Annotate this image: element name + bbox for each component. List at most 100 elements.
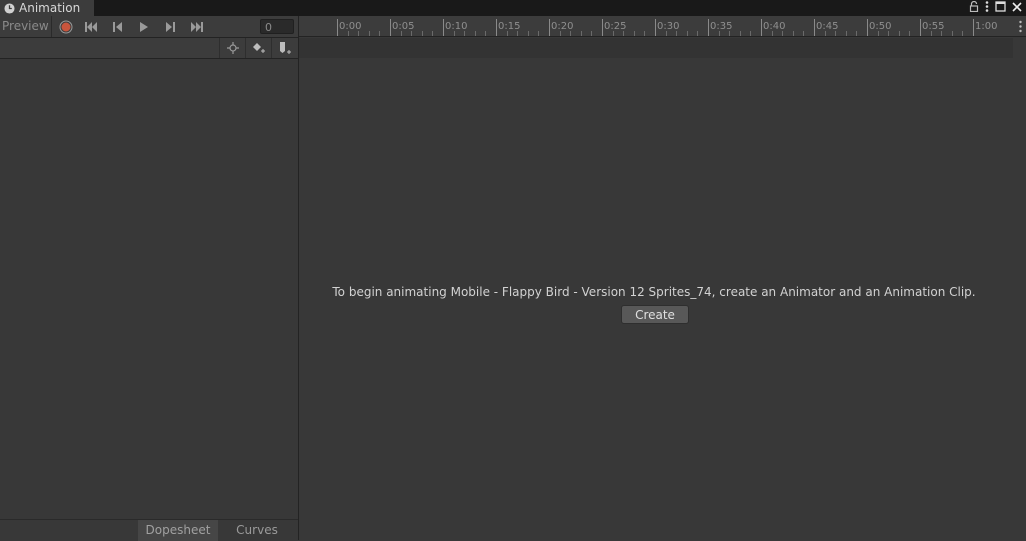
timeline-minor-tick <box>453 31 455 36</box>
add-event-button[interactable] <box>271 38 297 58</box>
timeline-major-tick <box>761 19 762 36</box>
timeline-minor-tick <box>379 31 381 36</box>
last-keyframe-button[interactable] <box>183 16 209 37</box>
timeline-minor-tick <box>485 31 487 36</box>
timeline-major-tick <box>867 19 868 36</box>
timeline-minor-tick <box>771 31 773 36</box>
tab-title: Animation <box>19 1 81 15</box>
timeline-minor-tick <box>888 31 890 36</box>
timeline-minor-tick <box>962 31 964 36</box>
timeline-minor-tick <box>623 31 625 36</box>
timeline-major-tick <box>549 19 550 36</box>
create-button[interactable]: Create <box>621 305 689 324</box>
timeline-major-tick <box>443 19 444 36</box>
tab-dopesheet[interactable]: Dopesheet <box>138 520 218 541</box>
playback-toolbar: Preview 0 <box>0 16 298 38</box>
timeline-major-tick <box>496 19 497 36</box>
timeline-minor-tick <box>612 31 614 36</box>
timeline-minor-tick <box>951 31 953 36</box>
last-keyframe-icon <box>191 21 203 32</box>
timeline-minor-tick <box>941 31 943 36</box>
timeline-minor-tick <box>835 31 837 36</box>
timeline-minor-tick <box>580 31 582 36</box>
timeline-major-tick <box>814 19 815 36</box>
timeline-major-tick <box>337 19 338 36</box>
timeline-minor-tick <box>527 31 529 36</box>
kebab-menu-icon[interactable] <box>985 1 989 15</box>
next-keyframe-icon <box>166 21 175 32</box>
add-keyframe-icon <box>252 43 265 53</box>
timeline-minor-tick <box>358 31 360 36</box>
timeline-minor-tick <box>464 31 466 36</box>
ruler-kebab-menu-icon[interactable] <box>1019 20 1022 33</box>
timeline-minor-tick <box>665 31 667 36</box>
maximize-icon[interactable] <box>995 1 1006 15</box>
prev-keyframe-button[interactable] <box>105 16 131 37</box>
timeline-major-tick <box>920 19 921 36</box>
timeline-minor-tick <box>697 31 699 36</box>
timeline-minor-tick <box>824 31 826 36</box>
timeline-minor-tick <box>782 31 784 36</box>
view-mode-tabs: Dopesheet Curves <box>0 519 298 541</box>
close-icon[interactable] <box>1012 1 1022 15</box>
timeline-minor-tick <box>729 31 731 36</box>
record-button[interactable] <box>53 16 79 37</box>
timeline-minor-tick <box>718 31 720 36</box>
timeline-minor-tick <box>686 31 688 36</box>
timeline-major-tick <box>973 19 974 36</box>
add-event-icon <box>279 41 291 54</box>
timeline-ruler[interactable]: 0:00 0:05 0:10 0:15 0:20 0:25 0:30 0:35 0:40 0:45… <box>299 16 1026 37</box>
window-title-bar: Animation <box>0 0 1026 16</box>
record-icon <box>59 20 73 33</box>
timeline-minor-tick <box>909 31 911 36</box>
timeline-minor-tick <box>845 31 847 36</box>
preview-button[interactable]: Preview <box>0 16 52 37</box>
timeline-minor-tick <box>591 31 593 36</box>
prev-keyframe-icon <box>113 21 122 32</box>
next-keyframe-button[interactable] <box>157 16 183 37</box>
timeline-major-tick <box>708 19 709 36</box>
first-keyframe-icon <box>85 21 97 32</box>
timeline-minor-tick <box>559 31 561 36</box>
timeline-major-tick <box>655 19 656 36</box>
timeline-minor-tick <box>877 31 879 36</box>
timeline-minor-tick <box>421 31 423 36</box>
add-keyframe-button[interactable] <box>245 38 271 58</box>
filter-keyframe-button[interactable] <box>219 38 245 58</box>
timeline-minor-tick <box>517 31 519 36</box>
tab-animation[interactable]: Animation <box>0 0 94 16</box>
timeline-minor-tick <box>633 31 635 36</box>
timeline-tick-label: 1:00 <box>975 21 998 32</box>
timeline-minor-tick <box>411 31 413 36</box>
timeline-minor-tick <box>368 31 370 36</box>
timeline-minor-tick <box>506 31 508 36</box>
property-list-panel <box>0 59 298 519</box>
timeline-minor-tick <box>750 31 752 36</box>
timeline-minor-tick <box>792 31 794 36</box>
first-keyframe-button[interactable] <box>79 16 105 37</box>
play-icon <box>140 21 148 32</box>
panel-divider[interactable] <box>298 16 299 540</box>
timeline-minor-tick <box>739 31 741 36</box>
tab-curves[interactable]: Curves <box>218 520 296 541</box>
timeline-minor-tick <box>856 31 858 36</box>
empty-state-message: To begin animating Mobile - Flappy Bird … <box>332 285 976 299</box>
timeline-major-tick <box>602 19 603 36</box>
timeline-minor-tick <box>644 31 646 36</box>
timeline-minor-tick <box>538 31 540 36</box>
lock-icon[interactable] <box>969 0 979 15</box>
timeline-minor-tick <box>474 31 476 36</box>
timeline-minor-tick <box>347 31 349 36</box>
clock-icon <box>4 2 15 14</box>
event-strip[interactable] <box>299 38 1013 58</box>
timeline-minor-tick <box>898 31 900 36</box>
filter-keyframe-icon <box>226 42 239 54</box>
keyframe-toolbar <box>0 38 298 59</box>
play-button[interactable] <box>131 16 157 37</box>
frame-input[interactable]: 0 <box>260 19 294 34</box>
timeline-minor-tick <box>930 31 932 36</box>
timeline-minor-tick <box>400 31 402 36</box>
window-controls <box>969 0 1022 16</box>
timeline-minor-tick <box>570 31 572 36</box>
event-strip-end <box>1013 38 1026 58</box>
